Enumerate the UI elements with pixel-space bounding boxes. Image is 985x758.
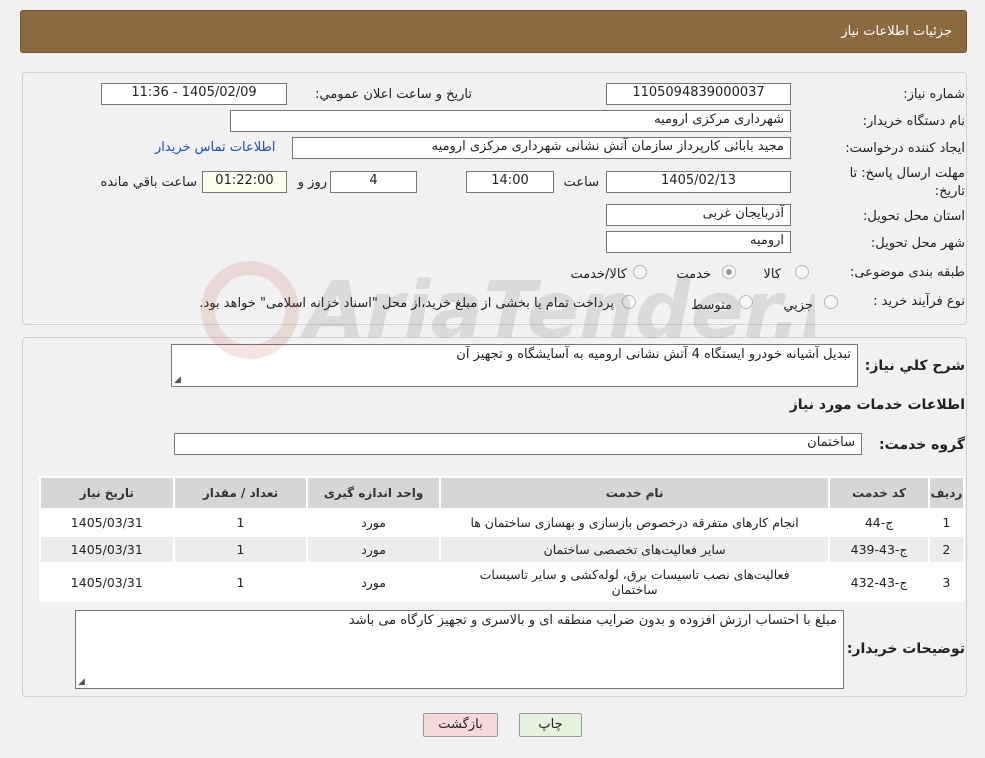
- deadline-label-line1: مهلت ارسال پاسخ: تا: [849, 166, 965, 181]
- cell-quantity: 1: [172, 562, 309, 602]
- service-group-field: ساختمان: [174, 433, 862, 455]
- col-quantity: تعداد / مقدار: [172, 476, 309, 510]
- purchase-type-option-medium: متوسط: [691, 298, 732, 313]
- page-header: جزئیات اطلاعات نیاز: [20, 10, 967, 53]
- resize-grip-icon[interactable]: ◢: [78, 677, 85, 687]
- category-label: طبقه بندی موضوعی:: [849, 265, 965, 280]
- announce-datetime-field: 1405/02/09 - 11:36: [101, 83, 287, 105]
- purchase-type-radio-medium[interactable]: [739, 295, 753, 309]
- buyer-notes-field: مبلغ با احتساب ارزش افزوده و بدون ضرایب …: [75, 610, 844, 689]
- table-row: 1 ج-44 انجام کارهای متفرقه درخصوص بازساز…: [39, 508, 966, 537]
- category-radio-goods[interactable]: [795, 265, 809, 279]
- cell-row-number: 1: [927, 508, 966, 537]
- services-table: رديف کد خدمت نام خدمت واحد اندازه گیری ت…: [39, 476, 966, 602]
- category-radio-goods-service[interactable]: [633, 265, 647, 279]
- cell-unit: مورد: [306, 562, 441, 602]
- cell-service-code: ج-44: [828, 508, 930, 537]
- buyer-org-label: نام دستگاه خريدار:: [862, 114, 965, 129]
- deadline-days-label: روز و: [297, 175, 327, 190]
- page-title: جزئیات اطلاعات نیاز: [841, 24, 952, 39]
- deadline-days-field: 4: [330, 171, 417, 193]
- col-need-date: تاريخ نياز: [39, 476, 175, 510]
- purchase-type-option-minor: جزيي: [783, 298, 813, 313]
- summary-label: شرح کلي نياز:: [864, 358, 965, 374]
- remaining-time-label: ساعت باقي مانده: [100, 175, 197, 190]
- services-section-title: اطلاعات خدمات مورد نياز: [789, 397, 965, 413]
- deadline-label-line2: تاريخ:: [934, 184, 965, 199]
- table-row: 2 ج-43-439 سایر فعالیت‌های تخصصی ساختمان…: [39, 535, 966, 564]
- purchase-type-radio-minor[interactable]: [824, 295, 838, 309]
- category-radio-service[interactable]: [722, 265, 736, 279]
- buyer-notes-text: مبلغ با احتساب ارزش افزوده و بدون ضرایب …: [348, 613, 837, 628]
- requester-field: مجید بابائی کارپرداز سازمان آتش نشانی شه…: [292, 137, 791, 159]
- buyer-org-field: شهرداری مرکزی ارومیه: [230, 110, 791, 132]
- cell-service-name: فعالیت‌های نصب تاسیسات برق، لوله‌کشی و س…: [438, 562, 831, 602]
- cell-service-name: سایر فعالیت‌های تخصصی ساختمان: [438, 535, 831, 564]
- purchase-type-note: پرداخت تمام يا بخشی از مبلغ خريد،از محل …: [199, 296, 614, 311]
- deadline-date-field: 1405/02/13: [606, 171, 791, 193]
- need-number-field: 1105094839000037: [606, 83, 791, 105]
- cell-quantity: 1: [172, 508, 309, 537]
- summary-text: تبدیل آشیانه خودرو ایستگاه 4 آتش نشانی ا…: [456, 347, 851, 362]
- announce-datetime-label: تاریخ و ساعت اعلان عمومي:: [315, 87, 472, 102]
- service-group-label: گروه خدمت:: [879, 437, 965, 453]
- city-label: شهر محل تحويل:: [870, 236, 965, 251]
- province-label: استان محل تحويل:: [863, 209, 965, 224]
- deadline-time-field: 14:00: [466, 171, 554, 193]
- cell-need-date: 1405/03/31: [39, 562, 175, 602]
- cell-need-date: 1405/03/31: [39, 508, 175, 537]
- purchase-type-radio-treasury[interactable]: [622, 295, 636, 309]
- col-unit: واحد اندازه گیری: [306, 476, 441, 510]
- cell-unit: مورد: [306, 535, 441, 564]
- col-service-code: کد خدمت: [828, 476, 930, 510]
- category-option-goods: کالا: [763, 267, 781, 282]
- col-service-name: نام خدمت: [438, 476, 831, 510]
- remaining-time-field: 01:22:00: [202, 171, 287, 193]
- cell-service-code: ج-43-439: [828, 535, 930, 564]
- buyer-contact-link[interactable]: اطلاعات تماس خريدار: [155, 140, 275, 155]
- cell-row-number: 2: [927, 535, 966, 564]
- print-button[interactable]: چاپ: [519, 713, 582, 737]
- back-button[interactable]: بازگشت: [423, 713, 498, 737]
- purchase-type-label: نوع فرآیند خرید :: [873, 294, 965, 309]
- need-number-label: شماره نیاز:: [903, 87, 965, 102]
- category-option-goods-service: کالا/خدمت: [570, 267, 627, 282]
- deadline-time-label: ساعت: [563, 175, 599, 190]
- cell-service-code: ج-43-432: [828, 562, 930, 602]
- province-field: آذربایجان غربی: [606, 204, 791, 226]
- category-option-service: خدمت: [676, 267, 711, 282]
- requester-label: ايجاد کننده درخواست:: [845, 141, 965, 156]
- cell-service-name: انجام کارهای متفرقه درخصوص بازسازی و بهس…: [438, 508, 831, 537]
- cell-row-number: 3: [927, 562, 966, 602]
- summary-field: تبدیل آشیانه خودرو ایستگاه 4 آتش نشانی ا…: [171, 344, 858, 387]
- resize-grip-icon[interactable]: ◢: [174, 375, 181, 385]
- cell-quantity: 1: [172, 535, 309, 564]
- col-row-number: رديف: [927, 476, 966, 510]
- table-row: 3 ج-43-432 فعالیت‌های نصب تاسیسات برق، ل…: [39, 562, 966, 602]
- table-header-row: رديف کد خدمت نام خدمت واحد اندازه گیری ت…: [39, 476, 966, 510]
- cell-need-date: 1405/03/31: [39, 535, 175, 564]
- city-field: ارومیه: [606, 231, 791, 253]
- cell-unit: مورد: [306, 508, 441, 537]
- buyer-notes-label: توضيحات خريدار:: [846, 641, 965, 657]
